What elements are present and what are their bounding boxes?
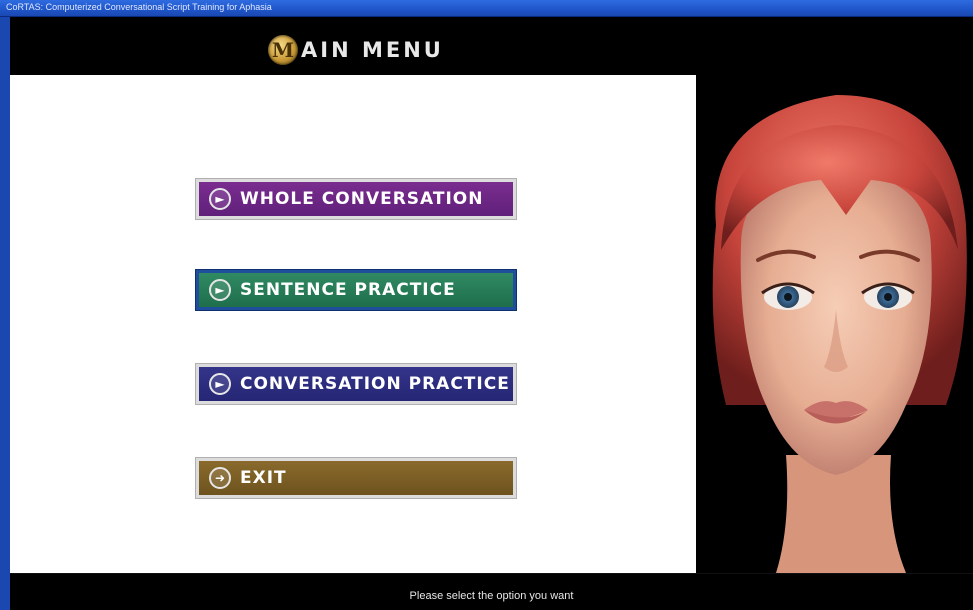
exit-circle-icon: ➜: [209, 467, 231, 489]
conversation-practice-label: CONVERSATION PRACTICE: [240, 374, 510, 394]
conversation-practice-button[interactable]: ► CONVERSATION PRACTICE: [195, 363, 517, 405]
app-window: M AIN MENU ► WHOLE CONVERSATION ► SENTEN…: [10, 17, 973, 610]
play-circle-icon: ►: [209, 188, 231, 210]
status-message: Please select the option you want: [409, 590, 574, 602]
exit-label: EXIT: [240, 468, 287, 488]
virtual-therapist-face: [696, 75, 973, 573]
play-circle-icon: ►: [209, 279, 231, 301]
window-titlebar[interactable]: CoRTAS: Computerized Conversational Scri…: [0, 0, 973, 17]
page-title: AIN MENU: [301, 38, 444, 62]
sentence-practice-label: SENTENCE PRACTICE: [240, 280, 456, 300]
whole-conversation-label: WHOLE CONVERSATION: [240, 189, 484, 209]
play-circle-icon: ►: [209, 373, 231, 395]
whole-conversation-button[interactable]: ► WHOLE CONVERSATION: [195, 178, 517, 220]
window-frame-left: [0, 17, 10, 610]
status-bar: Please select the option you want: [10, 573, 973, 610]
window-title: CoRTAS: Computerized Conversational Scri…: [6, 2, 272, 12]
header: M AIN MENU: [10, 17, 973, 75]
exit-button[interactable]: ➜ EXIT: [195, 457, 517, 499]
sentence-practice-button[interactable]: ► SENTENCE PRACTICE: [195, 269, 517, 311]
main-menu-heading: M AIN MENU: [268, 35, 444, 65]
menu-panel: ► WHOLE CONVERSATION ► SENTENCE PRACTICE…: [10, 75, 696, 573]
logo-badge: M: [268, 35, 298, 65]
avatar-face-illustration: [712, 95, 967, 573]
